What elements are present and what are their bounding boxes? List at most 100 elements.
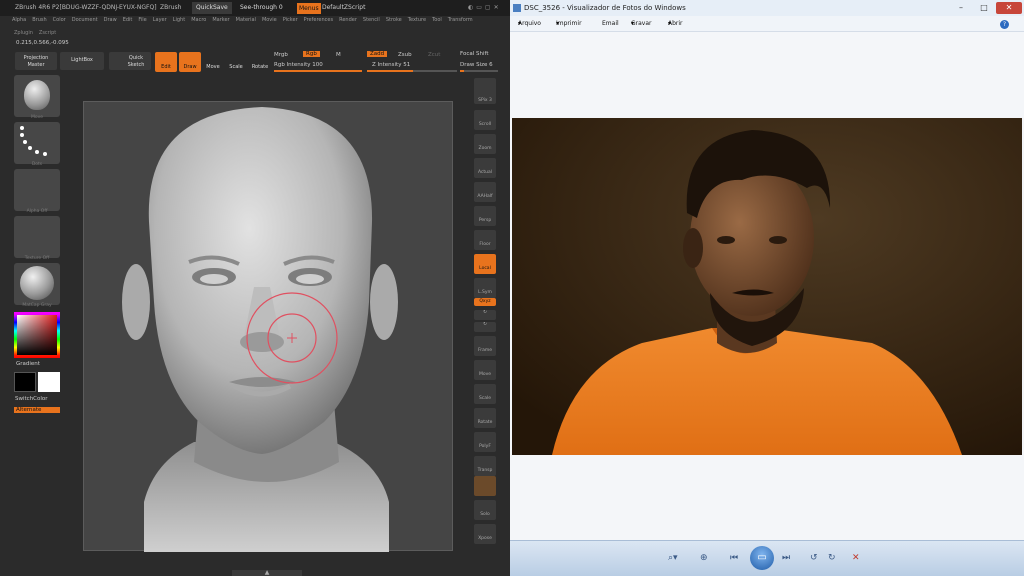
m-button[interactable]: M	[336, 52, 341, 58]
polyf-button[interactable]: PolyF	[474, 432, 496, 452]
menu-macro[interactable]: Macro	[191, 17, 206, 23]
transp-button[interactable]: Transp	[474, 456, 496, 476]
rgb-intensity-slider[interactable]: Rgb Intensity 100	[274, 62, 323, 68]
window-controls[interactable]: ◐▭▢✕	[468, 0, 502, 16]
alternate-button[interactable]: Alternate	[14, 407, 60, 413]
color-picker[interactable]	[14, 312, 60, 358]
draw-size-slider[interactable]: Draw Size 6	[460, 62, 493, 68]
menu-zscript[interactable]: Zscript	[39, 30, 56, 36]
menus-toggle[interactable]: Menus	[297, 3, 321, 14]
menu-edit[interactable]: Edit	[123, 17, 133, 23]
xpose-button[interactable]: Xpose	[474, 524, 496, 544]
material-thumbnail[interactable]	[14, 263, 60, 305]
maximize-button[interactable]: □	[974, 2, 994, 14]
menu-layer[interactable]: Layer	[153, 17, 167, 23]
edit-button[interactable]: Edit	[155, 52, 177, 72]
minimize-button[interactable]: –	[950, 2, 972, 14]
alpha-thumbnail[interactable]	[14, 169, 60, 211]
menu-email[interactable]: Email	[602, 16, 619, 32]
focal-shift-slider[interactable]: Focal Shift	[460, 51, 489, 57]
gradient-label[interactable]: Gradient	[16, 361, 40, 367]
lightbox-button[interactable]: LightBox	[60, 52, 104, 70]
menu-imprimir[interactable]: Imprimir ▾	[556, 16, 582, 32]
frame-button[interactable]: Frame	[474, 336, 496, 356]
mrgb-button[interactable]: Mrgb	[274, 52, 288, 58]
menu-marker[interactable]: Marker	[212, 17, 229, 23]
floor-button[interactable]: Floor	[474, 230, 496, 250]
delete-icon[interactable]: ✕	[852, 552, 860, 564]
draw-button[interactable]: Draw	[179, 52, 201, 72]
actual-size-icon[interactable]: ⊕	[700, 552, 708, 564]
default-script-button[interactable]: DefaultZScript	[322, 0, 365, 16]
next-icon[interactable]: ⏭	[782, 552, 790, 564]
menu-file[interactable]: File	[138, 17, 146, 23]
solo-button[interactable]: Solo	[474, 500, 496, 520]
menu-color[interactable]: Color	[53, 17, 66, 23]
rotate-y-button[interactable]: ↻	[474, 310, 496, 320]
switchcolor-button[interactable]: SwitchColor	[15, 396, 48, 402]
menu-brush[interactable]: Brush	[32, 17, 46, 23]
menu-draw[interactable]: Draw	[104, 17, 117, 23]
brush-thumbnail[interactable]	[14, 75, 60, 117]
menu-preferences[interactable]: Preferences	[304, 17, 333, 23]
menu-stroke[interactable]: Stroke	[386, 17, 402, 23]
qxyz-button[interactable]: Qxyz	[474, 298, 496, 306]
menu-alpha[interactable]: Alpha	[12, 17, 26, 23]
scroll-button[interactable]: Scroll	[474, 110, 496, 130]
menu-document[interactable]: Document	[72, 17, 98, 23]
previous-icon[interactable]: ⏮	[730, 552, 738, 564]
lsym-button[interactable]: L.Sym	[474, 278, 496, 298]
menu-tool[interactable]: Tool	[432, 17, 442, 23]
move-view-button[interactable]: Move	[474, 360, 496, 380]
menu-gravar[interactable]: Gravar ▾	[631, 16, 652, 32]
ghost-button[interactable]	[474, 476, 496, 496]
menu-material[interactable]: Material	[236, 17, 256, 23]
see-through-slider[interactable]: See-through 0	[240, 0, 283, 16]
rotate-left-icon[interactable]: ↺	[810, 552, 818, 564]
texture-thumbnail[interactable]	[14, 216, 60, 258]
draw-size-track[interactable]	[460, 70, 498, 72]
rgb-intensity-track[interactable]	[274, 70, 362, 72]
document-canvas[interactable]	[83, 101, 453, 552]
scale-view-button[interactable]: Scale	[474, 384, 496, 404]
secondary-color-swatch[interactable]	[38, 372, 60, 392]
local-button[interactable]: Local	[474, 254, 496, 274]
aahalf-button[interactable]: AAHalf	[474, 182, 496, 202]
rotate-right-icon[interactable]: ↻	[828, 552, 836, 564]
menu-render[interactable]: Render	[339, 17, 357, 23]
rotate-view-button[interactable]: Rotate	[474, 408, 496, 428]
actual-button[interactable]: Actual	[474, 158, 496, 178]
menu-zplugin[interactable]: Zplugin	[14, 30, 33, 36]
stroke-thumbnail[interactable]	[14, 122, 60, 164]
zcut-button[interactable]: Zcut	[428, 52, 440, 58]
rgb-button[interactable]: Rgb	[303, 51, 320, 57]
scale-button[interactable]: Scale	[226, 54, 246, 72]
menu-stencil[interactable]: Stencil	[363, 17, 380, 23]
rotate-button[interactable]: Rotate	[250, 54, 270, 72]
zoom-button[interactable]: Zoom	[474, 134, 496, 154]
menu-picker[interactable]: Picker	[283, 17, 298, 23]
menu-light[interactable]: Light	[173, 17, 185, 23]
move-button[interactable]: Move	[203, 54, 223, 72]
main-color-swatch[interactable]	[14, 372, 36, 392]
persp-button[interactable]: Persp	[474, 206, 496, 226]
zsub-button[interactable]: Zsub	[398, 52, 412, 58]
menu-movie[interactable]: Movie	[262, 17, 277, 23]
close-button[interactable]: ✕	[996, 2, 1022, 14]
menu-texture[interactable]: Texture	[408, 17, 426, 23]
zoom-icon[interactable]: ⌕▾	[668, 552, 678, 564]
help-icon[interactable]: ?	[1000, 20, 1009, 29]
menu-transform[interactable]: Transform	[448, 17, 473, 23]
rotate-z-button[interactable]: ↻	[474, 322, 496, 332]
spix-slider[interactable]: SPix 3	[474, 78, 496, 104]
slideshow-button[interactable]: ▭	[750, 546, 774, 570]
menu-arquivo[interactable]: Arquivo ▾	[518, 16, 541, 32]
bottom-tray-toggle[interactable]: ▲	[232, 570, 302, 576]
zadd-button[interactable]: Zadd	[367, 51, 388, 57]
quick-sketch-button[interactable]: Quick Sketch	[109, 52, 151, 70]
projection-master-button[interactable]: Projection Master	[15, 52, 57, 70]
z-intensity-slider[interactable]: Z Intensity 51	[372, 62, 410, 68]
quicksave-button[interactable]: QuickSave	[192, 2, 232, 14]
menu-abrir[interactable]: Abrir ▾	[668, 16, 683, 32]
z-intensity-track[interactable]	[367, 70, 457, 72]
